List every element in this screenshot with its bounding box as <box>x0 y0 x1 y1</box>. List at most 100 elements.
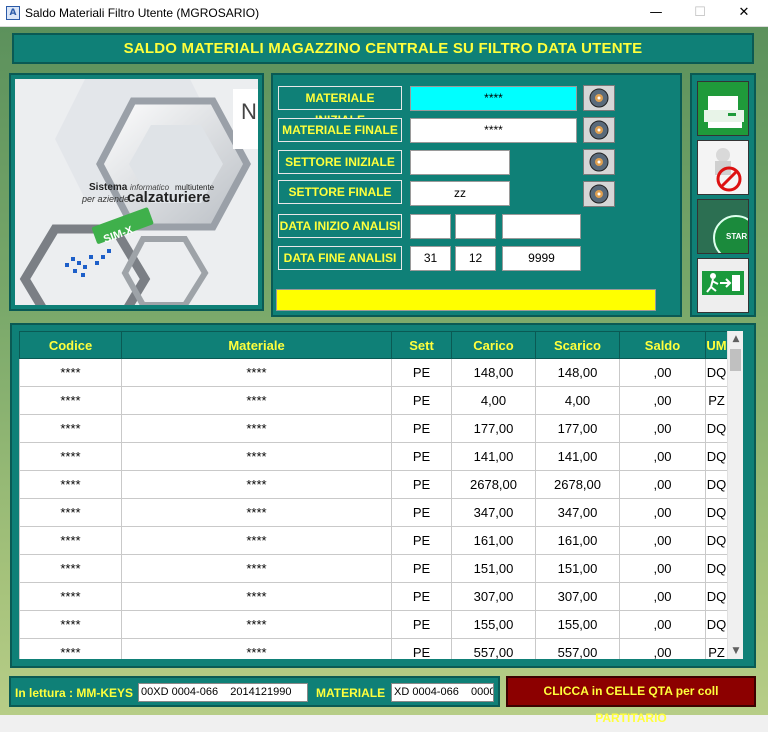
cell-carico[interactable]: 2678,00 <box>451 470 536 499</box>
cell-saldo[interactable]: ,00 <box>619 358 706 387</box>
cell-sett[interactable]: PE <box>391 554 452 583</box>
table-row[interactable]: **** **** PE 148,00 148,00,00 DQ <box>19 358 728 387</box>
cell-sett[interactable]: PE <box>391 582 452 611</box>
cell-um[interactable]: DQ <box>705 498 728 527</box>
cell-um[interactable]: DQ <box>705 358 728 387</box>
cell-um[interactable]: DQ <box>705 554 728 583</box>
settore-finale-input[interactable]: zz <box>410 181 510 206</box>
cell-carico[interactable]: 307,00 <box>451 582 536 611</box>
scroll-down-arrow-icon[interactable]: ▼ <box>728 643 743 659</box>
cell-scarico[interactable]: 141,00 <box>535 442 620 471</box>
cell-saldo[interactable]: ,00 <box>619 582 706 611</box>
table-row[interactable]: **** **** PE 557,00 557,00,00 PZ <box>19 638 728 659</box>
cell-materiale[interactable]: **** <box>121 554 392 583</box>
table-row[interactable]: **** **** PE 2678,00 2678,00,00 DQ <box>19 470 728 499</box>
cell-saldo[interactable]: ,00 <box>619 526 706 555</box>
data-inizio-day-input[interactable] <box>410 214 451 239</box>
cell-um[interactable]: DQ <box>705 414 728 443</box>
vertical-scrollbar[interactable]: ▲ ▼ <box>727 331 743 659</box>
cell-carico[interactable]: 177,00 <box>451 414 536 443</box>
cell-codice[interactable]: **** <box>19 638 122 659</box>
in-lettura-field[interactable]: 00XD 0004-066 2014121990 <box>138 683 308 702</box>
cell-carico[interactable]: 557,00 <box>451 638 536 659</box>
cell-scarico[interactable]: 347,00 <box>535 498 620 527</box>
column-header-scarico[interactable]: Scarico <box>535 331 620 359</box>
materiale-finale-input[interactable]: **** <box>410 118 577 143</box>
cell-carico[interactable]: 155,00 <box>451 610 536 639</box>
table-row[interactable]: **** **** PE 307,00 307,00,00 DQ <box>19 582 728 611</box>
cell-codice[interactable]: **** <box>19 442 122 471</box>
cell-um[interactable]: DQ <box>705 442 728 471</box>
cell-scarico[interactable]: 557,00 <box>535 638 620 659</box>
table-row[interactable]: **** **** PE 347,00 347,00,00 DQ <box>19 498 728 527</box>
data-fine-month-input[interactable]: 12 <box>455 246 496 271</box>
cell-saldo[interactable]: ,00 <box>619 554 706 583</box>
cell-scarico[interactable]: 2678,00 <box>535 470 620 499</box>
materiale-iniziale-lookup-button[interactable] <box>583 85 615 111</box>
cell-sett[interactable]: PE <box>391 358 452 387</box>
cell-materiale[interactable]: **** <box>121 582 392 611</box>
column-header-saldo[interactable]: Saldo <box>619 331 706 359</box>
cell-sett[interactable]: PE <box>391 610 452 639</box>
cell-scarico[interactable]: 161,00 <box>535 526 620 555</box>
scroll-thumb[interactable] <box>730 349 741 371</box>
maximize-button[interactable]: ☐ <box>678 0 722 26</box>
table-row[interactable]: **** **** PE 141,00 141,00,00 DQ <box>19 442 728 471</box>
table-row[interactable]: **** **** PE 161,00 161,00,00 DQ <box>19 526 728 555</box>
cell-sett[interactable]: PE <box>391 526 452 555</box>
window-titlebar[interactable]: A Saldo Materiali Filtro Utente (MGROSAR… <box>0 0 768 27</box>
cell-scarico[interactable]: 4,00 <box>535 386 620 415</box>
cell-codice[interactable]: **** <box>19 386 122 415</box>
cell-carico[interactable]: 148,00 <box>451 358 536 387</box>
materiale-finale-lookup-button[interactable] <box>583 117 615 143</box>
cell-saldo[interactable]: ,00 <box>619 442 706 471</box>
cell-materiale[interactable]: **** <box>121 470 392 499</box>
cell-sett[interactable]: PE <box>391 442 452 471</box>
results-grid[interactable]: Codice Materiale Sett Carico Scarico Sal… <box>19 331 743 659</box>
cell-materiale[interactable]: **** <box>121 358 392 387</box>
table-row[interactable]: **** **** PE 4,00 4,00,00 PZ <box>19 386 728 415</box>
data-inizio-month-input[interactable] <box>455 214 496 239</box>
cell-sett[interactable]: PE <box>391 386 452 415</box>
cell-materiale[interactable]: **** <box>121 386 392 415</box>
cell-um[interactable]: DQ <box>705 582 728 611</box>
cell-codice[interactable]: **** <box>19 498 122 527</box>
cell-codice[interactable]: **** <box>19 526 122 555</box>
cell-um[interactable]: PZ <box>705 386 728 415</box>
minimize-button[interactable]: — <box>634 0 678 26</box>
cell-sett[interactable]: PE <box>391 470 452 499</box>
cell-materiale[interactable]: **** <box>121 414 392 443</box>
column-header-sett[interactable]: Sett <box>391 331 452 359</box>
cell-carico[interactable]: 151,00 <box>451 554 536 583</box>
cell-carico[interactable]: 347,00 <box>451 498 536 527</box>
cell-um[interactable]: DQ <box>705 470 728 499</box>
materiale-iniziale-input[interactable]: **** <box>410 86 577 111</box>
column-header-materiale[interactable]: Materiale <box>121 331 392 359</box>
cell-materiale[interactable]: **** <box>121 610 392 639</box>
print-button[interactable] <box>697 81 749 136</box>
cell-saldo[interactable]: ,00 <box>619 470 706 499</box>
materiale-status-field[interactable]: XD 0004-066 0000 <box>391 683 494 702</box>
cell-saldo[interactable]: ,00 <box>619 638 706 659</box>
settore-iniziale-input[interactable] <box>410 150 510 175</box>
cell-codice[interactable]: **** <box>19 554 122 583</box>
cell-codice[interactable]: **** <box>19 470 122 499</box>
cell-carico[interactable]: 141,00 <box>451 442 536 471</box>
data-fine-day-input[interactable]: 31 <box>410 246 451 271</box>
column-header-carico[interactable]: Carico <box>451 331 536 359</box>
cell-sett[interactable]: PE <box>391 638 452 659</box>
partitario-button[interactable]: CLICCA in CELLE QTA per coll PARTITARIO <box>506 676 756 725</box>
cell-saldo[interactable]: ,00 <box>619 386 706 415</box>
cell-scarico[interactable]: 177,00 <box>535 414 620 443</box>
cell-materiale[interactable]: **** <box>121 638 392 659</box>
column-header-um[interactable]: UM <box>705 331 728 359</box>
cell-codice[interactable]: **** <box>19 582 122 611</box>
settore-iniziale-lookup-button[interactable] <box>583 149 615 175</box>
cell-um[interactable]: PZ <box>705 638 728 659</box>
data-inizio-year-input[interactable] <box>502 214 581 239</box>
settore-finale-lookup-button[interactable] <box>583 181 615 207</box>
cell-sett[interactable]: PE <box>391 498 452 527</box>
cell-saldo[interactable]: ,00 <box>619 498 706 527</box>
cell-materiale[interactable]: **** <box>121 442 392 471</box>
cell-scarico[interactable]: 155,00 <box>535 610 620 639</box>
